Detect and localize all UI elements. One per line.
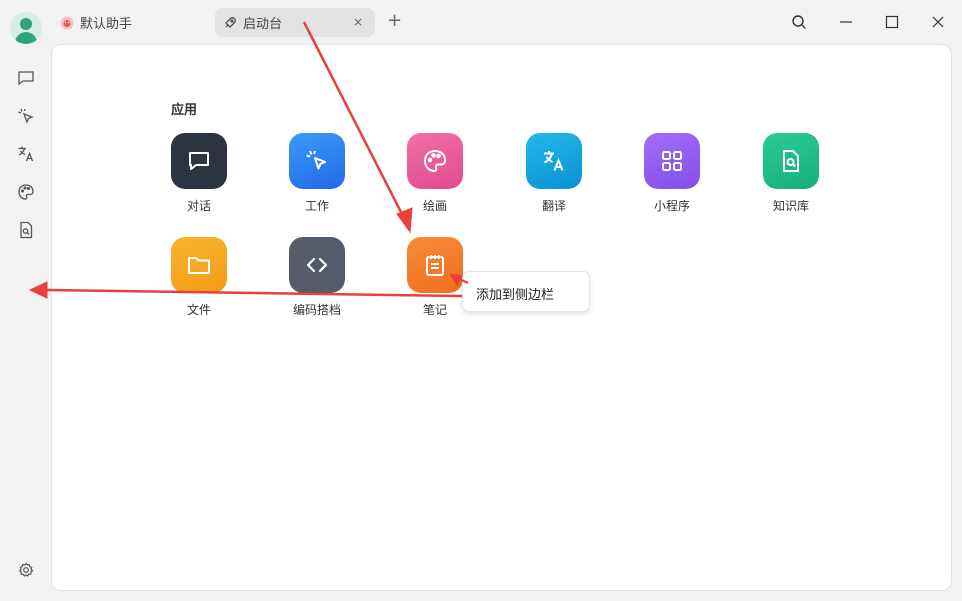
app-coding-partner[interactable]: 编码搭档 — [277, 237, 357, 318]
app-chat[interactable]: 对话 — [159, 133, 239, 214]
assistant-emoji-icon — [60, 16, 74, 30]
translate-icon[interactable] — [14, 142, 38, 166]
search-icon[interactable] — [787, 10, 811, 34]
app-label: 工作 — [304, 199, 329, 213]
chat-bubble-icon — [171, 133, 227, 189]
tab-default-assistant[interactable]: 默认助手 — [56, 8, 206, 37]
app-label: 文件 — [186, 303, 211, 317]
app-translate[interactable]: 翻译 — [514, 133, 594, 214]
section-title: 应用 — [171, 103, 198, 118]
code-icon — [289, 237, 345, 293]
tab-label: 启动台 — [243, 17, 283, 32]
add-tab-button[interactable]: + — [387, 10, 402, 31]
close-icon[interactable] — [926, 10, 950, 34]
palette-icon — [407, 133, 463, 189]
app-label: 对话 — [186, 199, 211, 213]
context-menu: 添加到侧边栏 — [462, 271, 590, 312]
settings-gear-icon[interactable] — [14, 558, 38, 582]
app-label: 翻译 — [541, 199, 566, 213]
document-search-icon[interactable] — [14, 218, 38, 242]
app-knowledge-base[interactable]: 知识库 — [751, 133, 831, 214]
tab-close-icon[interactable]: × — [353, 15, 363, 29]
maximize-icon[interactable] — [880, 10, 904, 34]
tab-label: 默认助手 — [80, 17, 133, 32]
folder-icon — [171, 237, 227, 293]
app-label: 编码搭档 — [292, 303, 341, 317]
minimize-icon[interactable] — [834, 10, 858, 34]
rocket-icon — [223, 16, 237, 30]
app-work[interactable]: 工作 — [277, 133, 357, 214]
tab-launchpad[interactable]: 启动台 × — [215, 8, 375, 37]
chat-bubble-icon[interactable] — [14, 66, 38, 90]
user-avatar[interactable] — [10, 12, 42, 44]
sidebar — [0, 44, 50, 601]
app-label: 小程序 — [653, 199, 690, 213]
notepad-icon — [407, 237, 463, 293]
document-search-icon — [763, 133, 819, 189]
launchpad-panel: 应用 对话 工作 绘画 翻译 小程序 知识库 文件 编码搭档 笔记 添加到侧边栏 — [51, 44, 952, 591]
app-painting[interactable]: 绘画 — [395, 133, 475, 214]
menu-item-add-to-sidebar[interactable]: 添加到侧边栏 — [476, 288, 554, 303]
title-bar: 默认助手 启动台 × + — [0, 0, 962, 44]
sparkle-cursor-icon — [289, 133, 345, 189]
translate-icon — [526, 133, 582, 189]
palette-icon[interactable] — [14, 180, 38, 204]
app-files[interactable]: 文件 — [159, 237, 239, 318]
grid-icon — [644, 133, 700, 189]
app-mini-program[interactable]: 小程序 — [632, 133, 712, 214]
app-label: 知识库 — [772, 199, 809, 213]
sparkle-cursor-icon[interactable] — [14, 104, 38, 128]
app-label: 绘画 — [422, 199, 447, 213]
